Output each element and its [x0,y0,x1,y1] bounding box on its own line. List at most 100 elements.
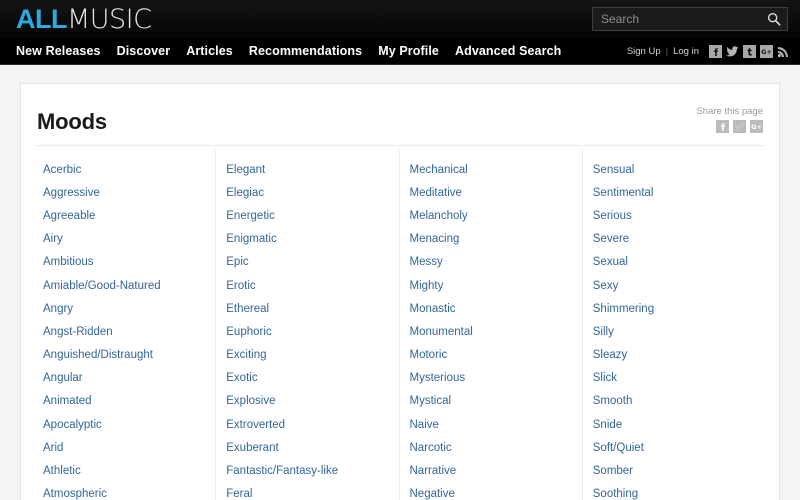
list-item[interactable]: Aggressive [43,181,205,204]
mood-link[interactable]: Negative [410,483,572,500]
list-item[interactable]: Ethereal [226,297,388,320]
mood-link[interactable]: Elegiac [226,181,388,204]
list-item[interactable]: Sentimental [593,181,755,204]
list-item[interactable]: Smooth [593,390,755,413]
list-item[interactable]: Euphoric [226,320,388,343]
mood-link[interactable]: Slick [593,367,755,390]
nav-link-articles[interactable]: Articles [186,44,233,58]
list-item[interactable]: Naive [410,413,572,436]
log-in-link[interactable]: Log in [673,46,699,57]
list-item[interactable]: Ambitious [43,251,205,274]
mood-link[interactable]: Sleazy [593,344,755,367]
list-item[interactable]: Angst-Ridden [43,320,205,343]
mood-link[interactable]: Exciting [226,344,388,367]
mood-link[interactable]: Sensual [593,158,755,181]
list-item[interactable]: Messy [410,251,572,274]
list-item[interactable]: Motoric [410,344,572,367]
mood-link[interactable]: Monastic [410,297,572,320]
list-item[interactable]: Amiable/Good-Natured [43,274,205,297]
list-item[interactable]: Mighty [410,274,572,297]
sign-up-link[interactable]: Sign Up [627,46,661,57]
mood-link[interactable]: Atmospheric [43,483,205,500]
list-item[interactable]: Melancholy [410,204,572,227]
mood-link[interactable]: Sexual [593,251,755,274]
mood-link[interactable]: Soothing [593,483,755,500]
list-item[interactable]: Mystical [410,390,572,413]
list-item[interactable]: Angular [43,367,205,390]
nav-link-my-profile[interactable]: My Profile [378,44,439,58]
google-plus-icon[interactable]: G+ [760,44,773,58]
list-item[interactable]: Elegiac [226,181,388,204]
list-item[interactable]: Mechanical [410,158,572,181]
list-item[interactable]: Serious [593,204,755,227]
mood-link[interactable]: Fantastic/Fantasy-like [226,459,388,482]
list-item[interactable]: Energetic [226,204,388,227]
list-item[interactable]: Erotic [226,274,388,297]
twitter-icon[interactable] [726,45,739,58]
mood-link[interactable]: Naive [410,413,572,436]
list-item[interactable]: Atmospheric [43,483,205,500]
list-item[interactable]: Enigmatic [226,228,388,251]
mood-link[interactable]: Severe [593,228,755,251]
list-item[interactable]: Airy [43,228,205,251]
mood-link[interactable]: Shimmering [593,297,755,320]
mood-link[interactable]: Mechanical [410,158,572,181]
list-item[interactable]: Severe [593,228,755,251]
list-item[interactable]: Exotic [226,367,388,390]
mood-link[interactable]: Apocalyptic [43,413,205,436]
mood-link[interactable]: Messy [410,251,572,274]
list-item[interactable]: Apocalyptic [43,413,205,436]
mood-link[interactable]: Monumental [410,320,572,343]
list-item[interactable]: Epic [226,251,388,274]
list-item[interactable]: Angry [43,297,205,320]
mood-link[interactable]: Narcotic [410,436,572,459]
list-item[interactable]: Slick [593,367,755,390]
mood-link[interactable]: Narrative [410,459,572,482]
mood-link[interactable]: Sexy [593,274,755,297]
nav-item-new-releases[interactable]: New Releases [16,42,101,60]
mood-link[interactable]: Acerbic [43,158,205,181]
nav-item-discover[interactable]: Discover [117,42,171,60]
search-input[interactable] [592,7,788,31]
mood-link[interactable]: Ambitious [43,251,205,274]
mood-link[interactable]: Mysterious [410,367,572,390]
mood-link[interactable]: Mystical [410,390,572,413]
facebook-icon[interactable] [716,120,729,133]
nav-item-my-profile[interactable]: My Profile [378,42,439,60]
search-button[interactable] [764,9,784,29]
mood-link[interactable]: Athletic [43,459,205,482]
mood-link[interactable]: Angst-Ridden [43,320,205,343]
mood-link[interactable]: Energetic [226,204,388,227]
mood-link[interactable]: Elegant [226,158,388,181]
list-item[interactable]: Fantastic/Fantasy-like [226,459,388,482]
list-item[interactable]: Snide [593,413,755,436]
twitter-icon[interactable] [733,120,746,133]
mood-link[interactable]: Explosive [226,390,388,413]
list-item[interactable]: Agreeable [43,204,205,227]
list-item[interactable]: Explosive [226,390,388,413]
nav-item-recommendations[interactable]: Recommendations [249,42,362,60]
mood-link[interactable]: Melancholy [410,204,572,227]
list-item[interactable]: Somber [593,459,755,482]
mood-link[interactable]: Exuberant [226,436,388,459]
mood-link[interactable]: Extroverted [226,413,388,436]
nav-link-advanced-search[interactable]: Advanced Search [455,44,561,58]
list-item[interactable]: Mysterious [410,367,572,390]
mood-link[interactable]: Angular [43,367,205,390]
list-item[interactable]: Monumental [410,320,572,343]
mood-link[interactable]: Mighty [410,274,572,297]
list-item[interactable]: Anguished/Distraught [43,344,205,367]
mood-link[interactable]: Menacing [410,228,572,251]
google-plus-icon[interactable]: G+ [750,120,763,133]
mood-link[interactable]: Arid [43,436,205,459]
list-item[interactable]: Extroverted [226,413,388,436]
site-logo[interactable]: ALL MUSIC [16,5,152,33]
mood-link[interactable]: Soft/Quiet [593,436,755,459]
list-item[interactable]: Exuberant [226,436,388,459]
list-item[interactable]: Feral [226,483,388,500]
list-item[interactable]: Sexual [593,251,755,274]
mood-link[interactable]: Agreeable [43,204,205,227]
list-item[interactable]: Soft/Quiet [593,436,755,459]
mood-link[interactable]: Amiable/Good-Natured [43,274,205,297]
mood-link[interactable]: Aggressive [43,181,205,204]
